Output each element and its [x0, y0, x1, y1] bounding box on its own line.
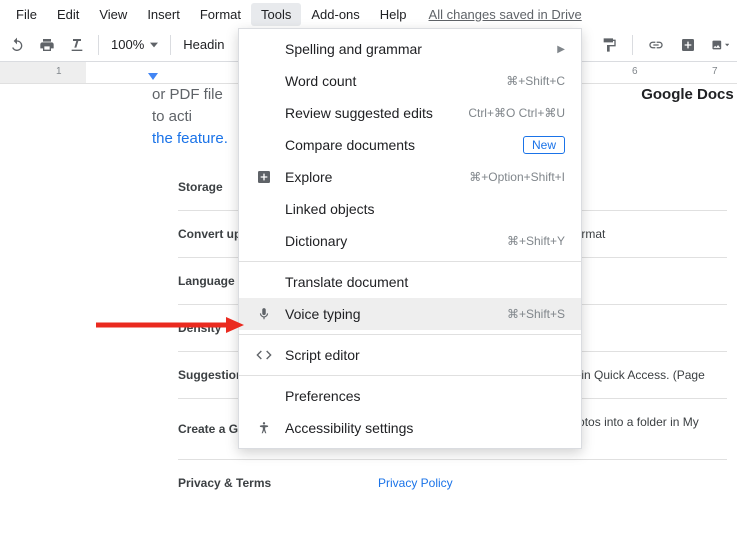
menu-item-accessibility[interactable]: Accessibility settings: [239, 412, 581, 444]
menu-item-compare[interactable]: Compare documents New: [239, 129, 581, 161]
menu-item-label: Preferences: [285, 388, 565, 404]
ruler-tick: 1: [56, 66, 62, 77]
image-icon[interactable]: [711, 36, 729, 54]
ruler-tick: 6: [632, 66, 638, 77]
menu-item-wordcount[interactable]: Word count ⌘+Shift+C: [239, 65, 581, 97]
comment-icon[interactable]: [679, 36, 697, 54]
menu-item-explore[interactable]: Explore ⌘+Option+Shift+I: [239, 161, 581, 193]
tools-menu: Spelling and grammar ▶ Word count ⌘+Shif…: [238, 28, 582, 449]
doc-fragment: or PDF file: [152, 86, 223, 103]
menu-item-label: Review suggested edits: [285, 105, 468, 121]
menu-item-spelling[interactable]: Spelling and grammar ▶: [239, 33, 581, 65]
separator: [98, 35, 99, 55]
menu-item-shortcut: ⌘+Shift+S: [507, 307, 565, 321]
menu-item-label: Explore: [285, 169, 469, 185]
menu-help[interactable]: Help: [370, 3, 417, 26]
menu-format[interactable]: Format: [190, 3, 251, 26]
annotation-arrow: [96, 315, 246, 335]
accessibility-icon: [253, 420, 275, 436]
paint-format-icon[interactable]: [600, 36, 618, 54]
submenu-arrow-icon: ▶: [557, 44, 565, 55]
menu-item-label: Compare documents: [285, 137, 523, 153]
menu-item-review-edits[interactable]: Review suggested edits Ctrl+⌘O Ctrl+⌘U: [239, 97, 581, 129]
toolbar-right: [600, 35, 729, 55]
zoom-value: 100%: [111, 37, 144, 52]
menu-divider: [239, 261, 581, 262]
doc-fragment: to acti: [152, 108, 192, 125]
print-icon[interactable]: [38, 36, 56, 54]
menubar: File Edit View Insert Format Tools Add-o…: [0, 0, 737, 28]
ruler-margin: [0, 62, 86, 83]
menu-item-label: Dictionary: [285, 233, 507, 249]
menu-item-shortcut: ⌘+Option+Shift+I: [469, 170, 565, 184]
settings-row-privacy: Privacy & Terms Privacy Policy: [178, 459, 727, 506]
format-clear-icon[interactable]: [68, 36, 86, 54]
menu-insert[interactable]: Insert: [137, 3, 190, 26]
indent-marker[interactable]: [148, 73, 158, 80]
menu-item-label: Voice typing: [285, 306, 507, 322]
explore-icon: [253, 169, 275, 185]
settings-label: Privacy & Terms: [178, 476, 378, 490]
menu-item-shortcut: Ctrl+⌘O Ctrl+⌘U: [468, 106, 565, 120]
menu-tools[interactable]: Tools: [251, 3, 301, 26]
mic-icon: [253, 306, 275, 322]
style-value: Headin: [183, 37, 224, 52]
menu-item-label: Word count: [285, 73, 506, 89]
zoom-select[interactable]: 100%: [111, 37, 158, 52]
menu-item-label: Accessibility settings: [285, 420, 565, 436]
separator: [632, 35, 633, 55]
menu-divider: [239, 375, 581, 376]
menu-view[interactable]: View: [89, 3, 137, 26]
menu-item-label: Spelling and grammar: [285, 41, 551, 57]
menu-item-label: Translate document: [285, 274, 565, 290]
menu-item-script-editor[interactable]: Script editor: [239, 339, 581, 371]
new-badge: New: [523, 136, 565, 154]
menu-addons[interactable]: Add-ons: [301, 3, 369, 26]
menu-item-voice-typing[interactable]: Voice typing ⌘+Shift+S: [239, 298, 581, 330]
menu-item-label: Script editor: [285, 347, 565, 363]
menu-edit[interactable]: Edit: [47, 3, 89, 26]
privacy-link[interactable]: Privacy Policy: [378, 476, 453, 490]
script-icon: [253, 347, 275, 363]
menu-item-translate[interactable]: Translate document: [239, 266, 581, 298]
undo-icon[interactable]: [8, 36, 26, 54]
ruler-tick: 7: [712, 66, 718, 77]
link-icon[interactable]: [647, 36, 665, 54]
menu-divider: [239, 334, 581, 335]
separator: [170, 35, 171, 55]
menu-item-preferences[interactable]: Preferences: [239, 380, 581, 412]
menu-file[interactable]: File: [6, 3, 47, 26]
menu-item-linked-objects[interactable]: Linked objects: [239, 193, 581, 225]
menu-item-dictionary[interactable]: Dictionary ⌘+Shift+Y: [239, 225, 581, 257]
menu-item-shortcut: ⌘+Shift+C: [506, 74, 565, 88]
save-status[interactable]: All changes saved in Drive: [429, 7, 582, 22]
menu-item-label: Linked objects: [285, 201, 565, 217]
doc-fragment-bold: Google Docs: [641, 86, 734, 103]
doc-fragment-link: the feature.: [152, 130, 228, 147]
menu-item-shortcut: ⌘+Shift+Y: [507, 234, 565, 248]
